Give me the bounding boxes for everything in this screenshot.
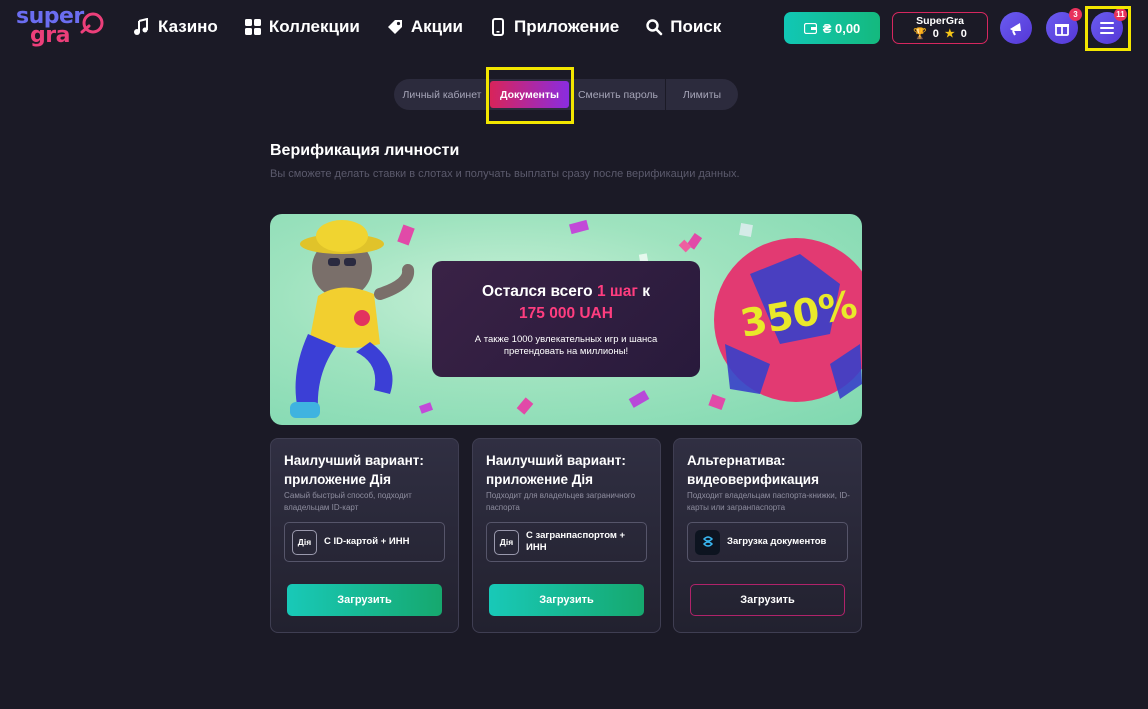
logo-text-bottom: gra <box>30 23 70 48</box>
top-header: super gra Казино Коллекции Акции Приложе… <box>0 0 1148 56</box>
diia-icon: Дія <box>494 529 519 555</box>
star-count: 0 <box>960 28 967 40</box>
nav-app-label: Приложение <box>513 17 620 36</box>
profile-button[interactable]: SuperGra 🏆 0 ★ 0 <box>892 12 988 44</box>
wallet-balance-button[interactable]: ₴ 0,00 <box>784 12 880 44</box>
profile-name: SuperGra <box>916 15 964 27</box>
gift-badge: 3 <box>1069 8 1082 21</box>
card-title: Альтернатива: видеоверификация <box>687 453 819 487</box>
option-label: С загранпаспортом + ИНН <box>526 530 626 553</box>
page-subtitle: Вы сможете делать ставки в слотах и полу… <box>270 168 740 180</box>
star-icon: ★ <box>944 28 955 40</box>
tab-change-password[interactable]: Сменить пароль <box>572 79 664 110</box>
grid-icon <box>244 19 261 35</box>
promo-heading: Остался всего 1 шаг к <box>482 281 650 303</box>
card-description: Подходит владельцам паспорта-книжки, ID-… <box>687 491 850 512</box>
promo-heading-pre: Остался всего <box>482 282 597 300</box>
option-passport[interactable]: Дія С загранпаспортом + ИНН <box>486 522 647 562</box>
promo-heading-accent: 1 шаг <box>596 282 638 300</box>
megaphone-icon <box>1010 23 1021 36</box>
option-label: Загрузка документов <box>727 536 827 547</box>
tab-limits[interactable]: Лимиты <box>666 79 738 110</box>
nav-collections-label: Коллекции <box>268 17 360 36</box>
nav-collections[interactable]: Коллекции <box>244 15 360 39</box>
tag-icon <box>387 20 402 34</box>
upload-button[interactable]: Загрузить <box>690 584 845 616</box>
verification-card-video: Альтернатива: видеоверификация Подходит … <box>673 438 862 633</box>
option-document-upload[interactable]: Загрузка документов <box>687 522 848 562</box>
highlight-box-documents <box>486 67 574 124</box>
supergra-logo[interactable]: super gra <box>16 4 108 48</box>
card-description: Самый быстрый способ, подходит владельца… <box>284 491 412 512</box>
nav-casino-label: Казино <box>158 17 218 36</box>
trophy-icon: 🏆 <box>913 28 927 40</box>
logo-ball-icon <box>80 12 104 34</box>
profile-stats: 🏆 0 ★ 0 <box>913 27 967 41</box>
option-label: С ID-картой + ИНН <box>324 536 410 547</box>
nav-casino[interactable]: Казино <box>133 15 218 39</box>
main-nav: Казино Коллекции Акции Приложение Поиск <box>133 15 747 39</box>
upload-button[interactable]: Загрузить <box>489 584 644 616</box>
wallet-amount: ₴ 0,00 <box>822 20 861 36</box>
phone-icon <box>491 18 504 36</box>
tab-change-password-label: Сменить пароль <box>577 88 659 101</box>
card-title: Наилучший вариант: приложение Дія <box>486 453 626 487</box>
nav-search[interactable]: Поиск <box>645 15 721 39</box>
promo-heading-post: к <box>637 282 650 300</box>
nav-app[interactable]: Приложение <box>489 15 619 39</box>
verification-card-diia-id: Наилучший вариант: приложение Дія Самый … <box>270 438 459 633</box>
music-notes-icon <box>134 18 148 35</box>
tab-personal-cabinet[interactable]: Личный кабинет <box>394 79 490 110</box>
nav-search-label: Поиск <box>670 17 722 36</box>
document-upload-icon <box>695 529 720 555</box>
card-description: Подходит для владельцев заграничного пас… <box>486 491 636 512</box>
tab-limits-label: Лимиты <box>682 88 722 101</box>
card-title: Наилучший вариант: приложение Дія <box>284 453 424 487</box>
wallet-icon <box>803 22 817 34</box>
promo-banner[interactable]: 350% Остался всего 1 шаг к 175 000 UAH А… <box>270 214 862 425</box>
tab-personal-cabinet-label: Личный кабинет <box>402 88 482 101</box>
nav-promotions[interactable]: Акции <box>386 15 463 39</box>
promo-amount: 175 000 UAH <box>519 304 613 322</box>
diia-icon: Дія <box>292 529 317 555</box>
page-title: Верификация личности <box>270 142 460 159</box>
search-icon <box>646 19 663 36</box>
trophy-count: 0 <box>932 28 939 40</box>
upload-button[interactable]: Загрузить <box>287 584 442 616</box>
megaphone-button[interactable] <box>1000 12 1032 44</box>
highlight-box-menu <box>1085 6 1131 51</box>
gift-button[interactable]: 3 <box>1046 8 1082 44</box>
verification-card-diia-passport: Наилучший вариант: приложение Дія Подход… <box>472 438 661 633</box>
nav-promotions-label: Акции <box>410 17 463 36</box>
gift-icon <box>1055 24 1069 36</box>
option-id-card[interactable]: Дія С ID-картой + ИНН <box>284 522 445 562</box>
promo-card: Остался всего 1 шаг к 175 000 UAH А такж… <box>432 261 700 377</box>
promo-description: А также 1000 увлекательных игр и шанса п… <box>474 333 658 357</box>
